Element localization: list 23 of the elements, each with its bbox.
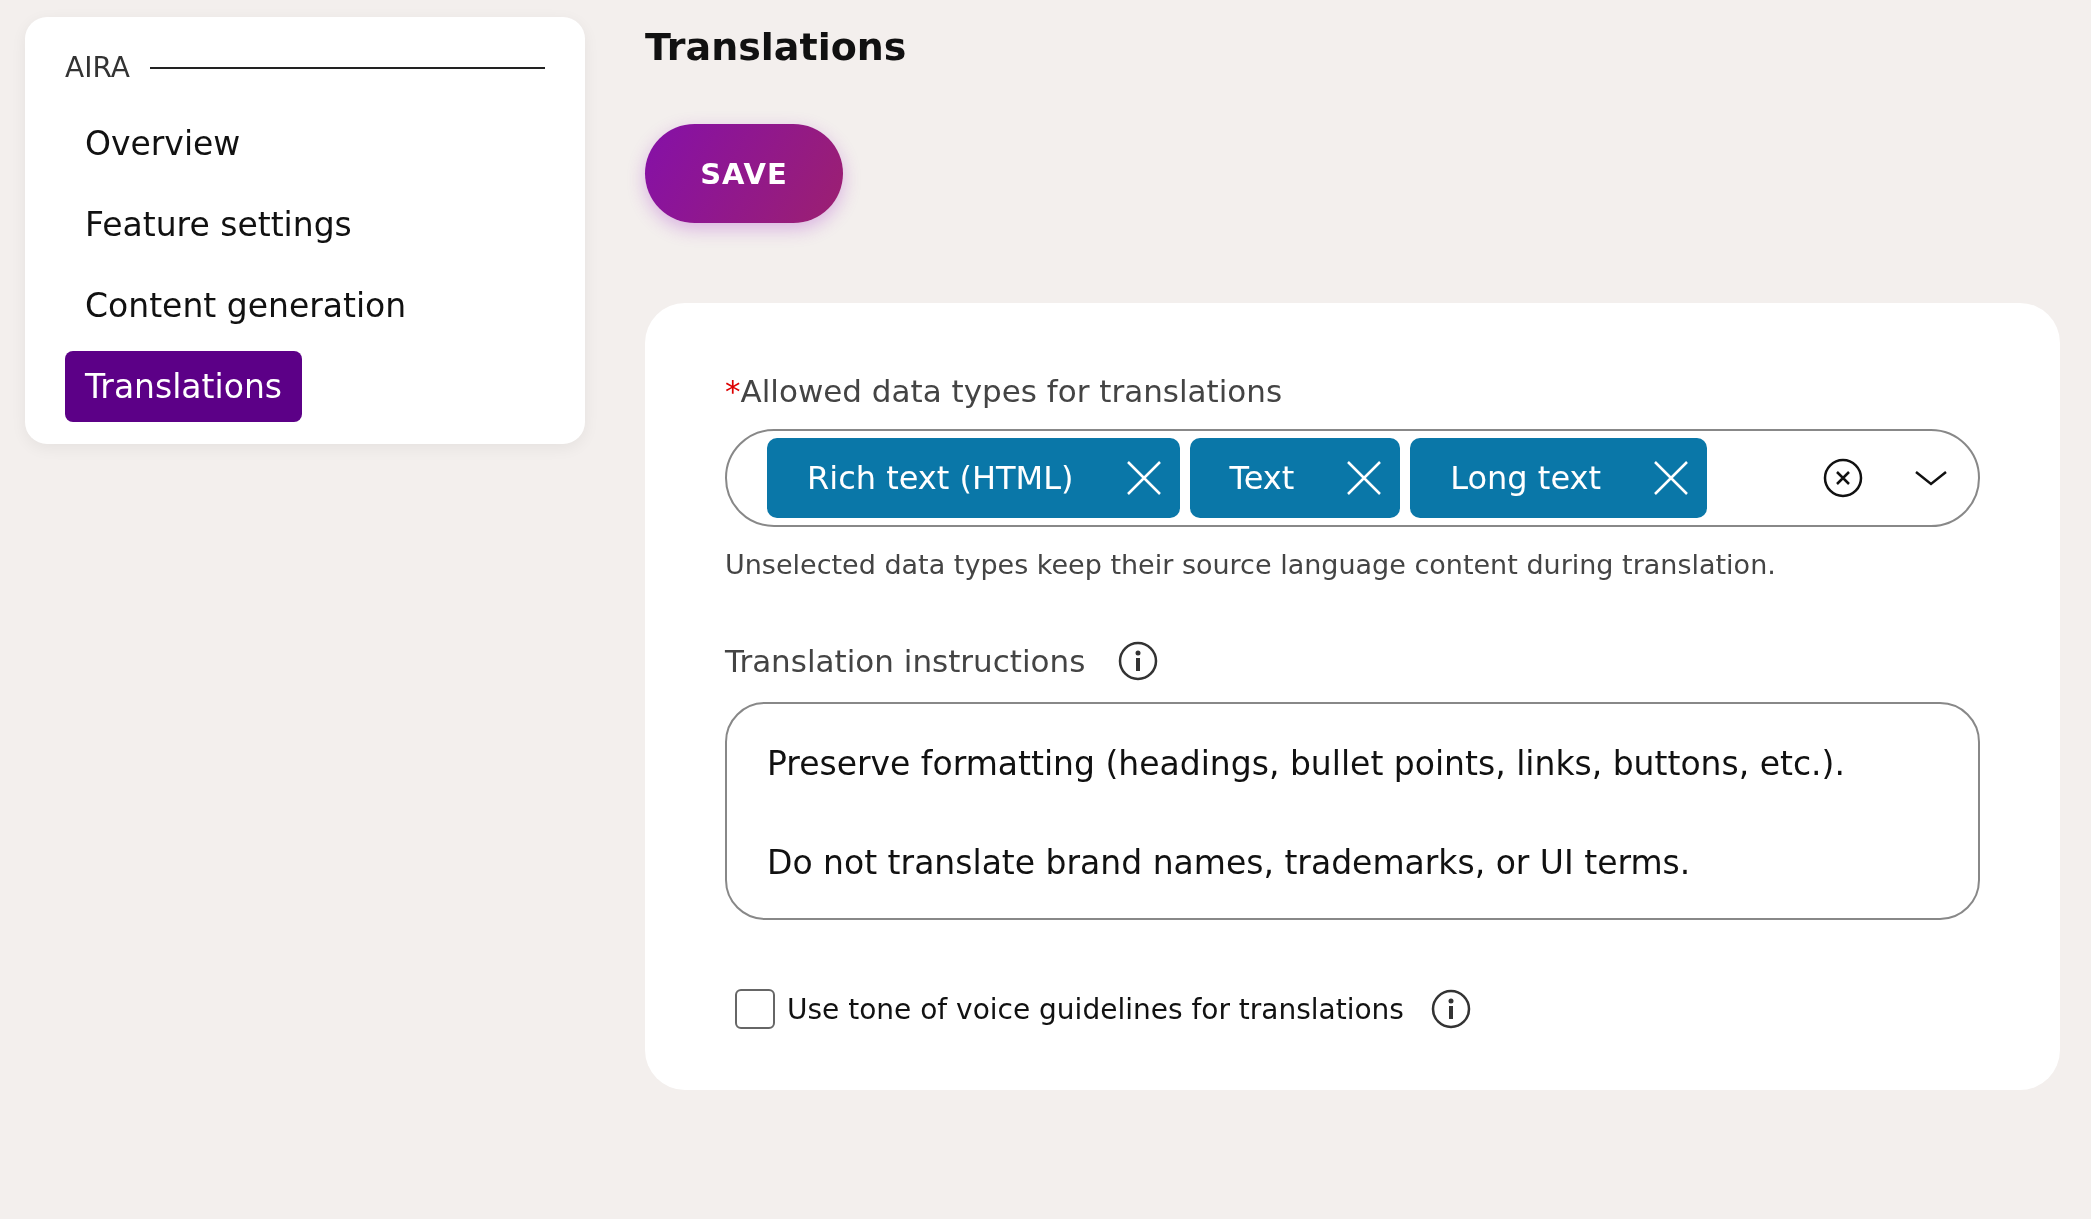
sidebar-item[interactable]: Translations [65,351,302,422]
field-label: *Allowed data types for translations [725,373,1284,409]
sidebar-item[interactable]: Feature settings [65,189,372,260]
data-type-tag: Text [1189,438,1401,518]
save-button[interactable]: SAVE [645,124,843,223]
checkbox[interactable] [735,989,775,1029]
info-icon[interactable] [1429,988,1472,1030]
info-icon[interactable] [1117,640,1160,682]
help-text: Unselected data types keep their source language content during translation. [725,549,1777,580]
field-label: Translation instructions [725,643,1086,679]
page-title: Translations [645,25,907,69]
data-type-tag: Long text [1410,438,1707,518]
section-title: AIRA [65,51,130,84]
chevron-down-icon[interactable] [1914,468,1948,488]
multi-select-field[interactable]: Rich text (HTML) Text Long text [725,429,1980,527]
sidebar-item[interactable]: Overview [65,108,261,179]
instruction-line: Do not translate brand names, trademarks, or UI terms. [767,843,1692,882]
data-type-tag: Rich text (HTML) [767,438,1180,518]
sidebar-item[interactable]: Content generation [65,270,427,341]
instruction-line: Preserve formatting (headings, bullet points, links, buttons, etc.). [767,744,1846,783]
clear-icon[interactable] [1822,457,1864,499]
instructions-field[interactable]: Preserve formatting (headings, bullet points, links, buttons, etc.). Do not translate brand names, trademarks, or UI terms. [725,702,1980,920]
checkbox-label: Use tone of voice guidelines for translations [787,992,1404,1026]
